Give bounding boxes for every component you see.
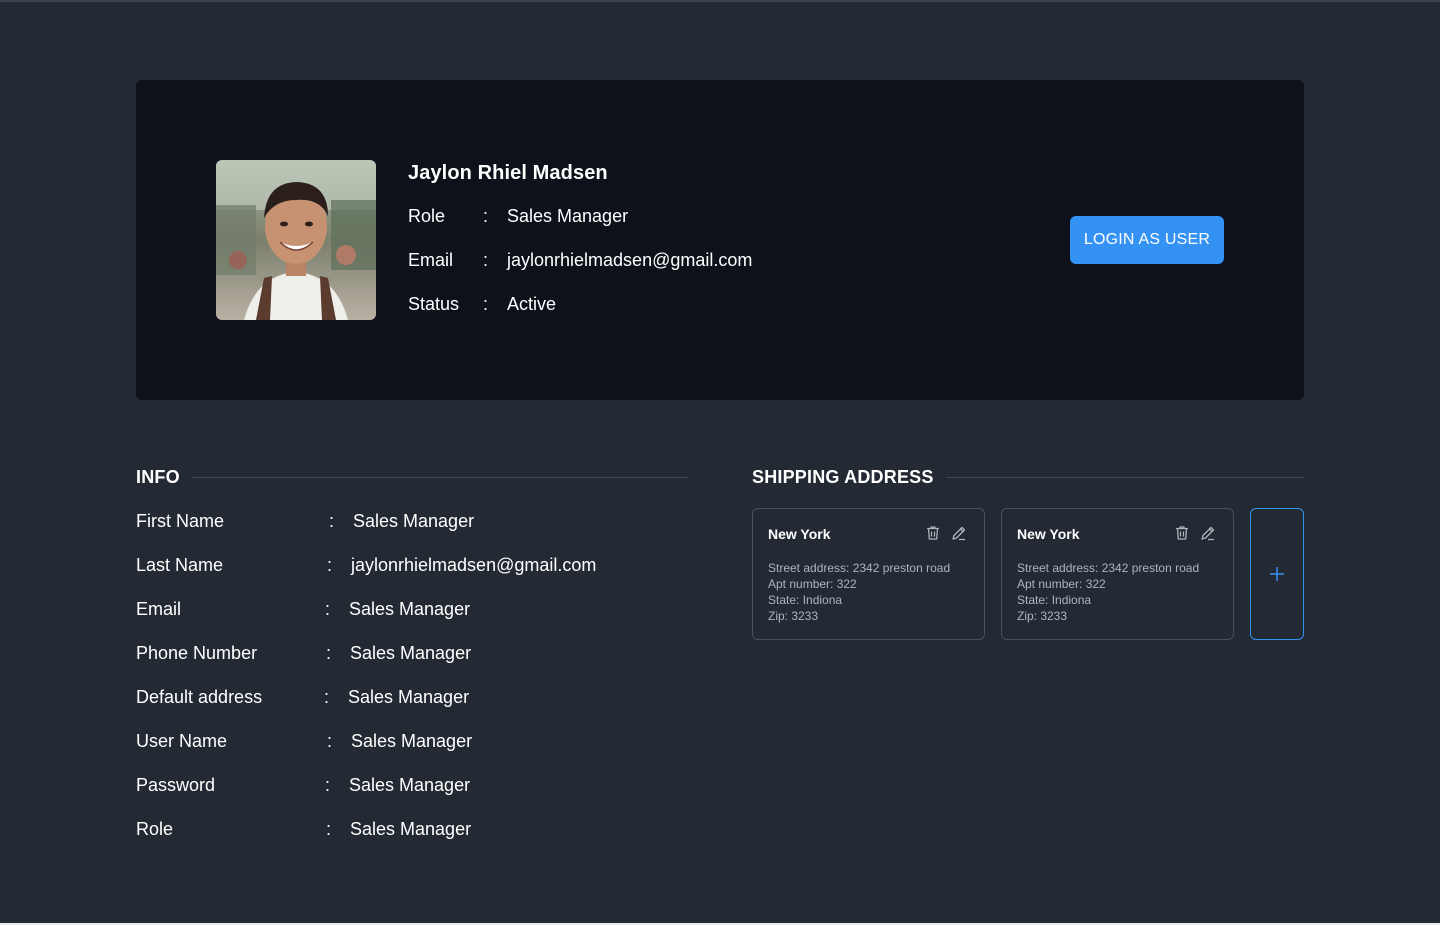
info-label: Phone Number [136, 643, 258, 663]
address-details: Street address: 2342 preston road Apt nu… [1017, 560, 1199, 624]
address-zip: Zip: 3233 [768, 609, 819, 623]
address-actions [924, 524, 968, 542]
address-street: Street address: 2342 preston road [768, 561, 951, 575]
info-value: Sales Manager [349, 599, 471, 619]
profile-role-value: Sales Manager [507, 206, 629, 226]
info-section-header: INFO [136, 467, 688, 488]
shipping-title: SHIPPING ADDRESS [752, 467, 934, 487]
info-title: INFO [136, 467, 180, 487]
info-label: Last Name [136, 555, 224, 575]
info-value: jaylonrhielmadsen@gmail.com [351, 555, 597, 575]
info-value: Sales Manager [348, 687, 470, 707]
separator: : [325, 599, 331, 619]
separator: : [483, 206, 489, 226]
trash-icon[interactable] [924, 524, 942, 542]
info-row-user-name: User Name : Sales Manager [136, 731, 696, 755]
plus-icon [1270, 567, 1284, 581]
profile-status-label: Status [408, 294, 460, 314]
profile-email-value: jaylonrhielmadsen@gmail.com [507, 250, 753, 270]
info-value: Sales Manager [351, 731, 473, 751]
trash-icon[interactable] [1173, 524, 1191, 542]
separator: : [325, 775, 331, 795]
info-label: Role [136, 819, 174, 839]
separator: : [483, 250, 489, 270]
separator: : [326, 819, 332, 839]
profile-status-value: Active [507, 294, 557, 314]
info-row-last-name: Last Name : jaylonrhielmadsen@gmail.com [136, 555, 696, 579]
info-label: Default address [136, 687, 263, 707]
address-card: New York Street address: 2342 preston ro… [1001, 508, 1234, 640]
profile-name: Jaylon Rhiel Madsen [408, 162, 608, 184]
address-street: Street address: 2342 preston road [1017, 561, 1200, 575]
address-zip: Zip: 3233 [1017, 609, 1068, 623]
address-city: New York [768, 526, 831, 542]
avatar-photo [216, 160, 376, 320]
info-label: User Name [136, 731, 228, 751]
profile-email-label: Email [408, 250, 454, 270]
shipping-section-header: SHIPPING ADDRESS [752, 467, 1304, 488]
separator: : [326, 643, 332, 663]
add-address-button[interactable] [1250, 508, 1304, 640]
info-value: Sales Manager [349, 775, 471, 795]
separator: : [327, 731, 333, 751]
address-apt: Apt number: 322 [768, 577, 857, 591]
info-value: Sales Manager [350, 643, 472, 663]
info-label: Password [136, 775, 216, 795]
separator: : [327, 555, 333, 575]
separator: : [324, 687, 330, 707]
info-row-password: Password : Sales Manager [136, 775, 696, 799]
profile-card: Jaylon Rhiel Madsen Role : Sales Manager… [136, 80, 1304, 400]
profile-role-label: Role [408, 206, 446, 226]
info-label: First Name [136, 511, 225, 531]
divider [945, 477, 1304, 478]
address-apt: Apt number: 322 [1017, 577, 1106, 591]
info-label: Email [136, 599, 182, 619]
address-state: State: Indiona [768, 593, 843, 607]
login-as-user-button[interactable]: LOGIN AS USER [1070, 216, 1224, 264]
divider [191, 477, 688, 478]
edit-icon[interactable] [1199, 524, 1217, 542]
separator: : [483, 294, 489, 314]
info-row-first-name: First Name : Sales Manager [136, 511, 696, 535]
info-row-role: Role : Sales Manager [136, 819, 696, 843]
info-row-email: Email : Sales Manager [136, 599, 696, 623]
address-actions [1173, 524, 1217, 542]
address-state: State: Indiona [1017, 593, 1092, 607]
info-row-phone-number: Phone Number : Sales Manager [136, 643, 696, 667]
address-details: Street address: 2342 preston road Apt nu… [768, 560, 950, 624]
info-row-default-address: Default address : Sales Manager [136, 687, 696, 711]
info-value: Sales Manager [353, 511, 475, 531]
address-city: New York [1017, 526, 1080, 542]
separator: : [329, 511, 335, 531]
window-top-border [0, 0, 1440, 2]
info-value: Sales Manager [350, 819, 472, 839]
avatar [216, 160, 376, 320]
edit-icon[interactable] [950, 524, 968, 542]
address-card: New York Street address: 2342 preston ro… [752, 508, 985, 640]
